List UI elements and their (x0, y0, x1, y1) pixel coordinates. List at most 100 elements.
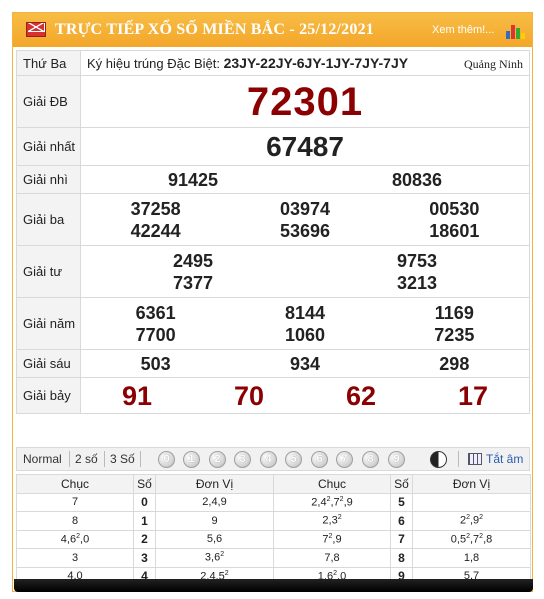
prize-number: 7377 (172, 272, 214, 293)
display-toolbar: Normal 2 số 3 Số 0 1 2 3 4 5 6 7 8 9 Tắt… (16, 447, 530, 471)
stats-cell-chuc: 4,62,0 (16, 529, 134, 549)
calendar-icon[interactable] (468, 453, 482, 465)
digit-5-button[interactable]: 5 (285, 451, 302, 468)
widget-bottom-shadow (14, 579, 533, 592)
prize-number: 00530 (429, 198, 480, 219)
prize-number: 7700 (135, 324, 176, 345)
digit-7-button[interactable]: 7 (336, 451, 353, 468)
stats-cell-don-vi: 22,92 (412, 511, 531, 531)
results-table: Thứ Ba Ký hiệu trúng Đặc Biệt: 23JY-22JY… (16, 50, 530, 414)
digit-4-button[interactable]: 4 (260, 451, 277, 468)
prize-number: 298 (439, 353, 470, 374)
stats-cell-don-vi (412, 492, 531, 512)
prize-row-nhat: Giải nhất 67487 (16, 127, 530, 166)
stats-header-row: Chục Số Đơn Vị Chục Số Đơn Vị (16, 474, 531, 494)
digit-9-button[interactable]: 9 (388, 451, 405, 468)
prize-number: 1060 (284, 324, 326, 345)
prize-number: 70 (233, 380, 265, 411)
prize-number: 03974 (279, 198, 331, 219)
column-header-chuc: Chục (16, 474, 134, 494)
prize-number: 8144 (284, 302, 326, 323)
special-code-cell: Ký hiệu trúng Đặc Biệt: 23JY-22JY-6JY-1J… (80, 50, 530, 76)
stats-cell-chuc: 7,8 (273, 548, 391, 568)
prize-number: 934 (289, 353, 321, 374)
stats-cell-chuc: 3 (16, 548, 134, 568)
prize-number: 53696 (279, 220, 331, 241)
prize-number: 3213 (396, 272, 438, 293)
prize-cell-nhi: 91425 80836 (80, 165, 530, 194)
mute-all-button[interactable]: Tắt âm (486, 452, 523, 466)
stats-cell-chuc: 7 (16, 492, 134, 512)
digit-1-button[interactable]: 1 (183, 451, 200, 468)
yin-yang-icon[interactable] (430, 451, 447, 468)
column-header-don-vi: Đơn Vị (155, 474, 274, 494)
prize-number-nhat: 67487 (80, 127, 530, 166)
column-header-don-vi: Đơn Vị (412, 474, 531, 494)
prize-number: 37258 (130, 198, 181, 219)
stats-cell-don-vi: 5,6 (155, 529, 274, 549)
tab-2-so[interactable]: 2 số (75, 452, 98, 466)
mail-icon (26, 22, 46, 37)
tab-normal[interactable]: Normal (23, 452, 62, 466)
prize-numbers-ba-2: 42244 53696 18601 (81, 220, 529, 242)
stats-cell-chuc: 2,32 (273, 511, 391, 531)
prize-number: 80836 (391, 169, 443, 190)
prize-row-nhi: Giải nhì 91425 80836 (16, 165, 530, 194)
prize-row-bay: Giải bảy 91 70 62 17 (16, 377, 530, 414)
prize-label-bay: Giải bảy (16, 377, 81, 414)
stats-row: 3 3 3,62 7,8 8 1,8 (16, 548, 531, 568)
prize-numbers-ba-1: 37258 03974 00530 (81, 198, 529, 220)
stats-cell-chuc: 2,42,72,9 (273, 492, 391, 512)
prize-numbers-sau: 503 934 298 (81, 353, 529, 375)
prize-cell-ba: 37258 03974 00530 42244 53696 18601 (80, 193, 530, 246)
province-name: Quảng Ninh (464, 57, 523, 71)
stats-cell-don-vi: 3,62 (155, 548, 274, 568)
prize-number: 503 (140, 353, 171, 374)
prize-number: 2495 (172, 250, 214, 271)
prize-number: 62 (345, 380, 377, 411)
divider (458, 451, 459, 467)
prize-label-nhat: Giải nhất (16, 127, 81, 166)
prize-label-nhi: Giải nhì (16, 165, 81, 194)
prize-row-nam: Giải năm 6361 8144 1169 7700 1060 7235 (16, 297, 530, 350)
stats-cell-chuc: 72,9 (273, 529, 391, 549)
prize-numbers-nam-2: 7700 1060 7235 (81, 324, 529, 346)
special-code-label: Ký hiệu trúng Đặc Biệt: (87, 56, 220, 71)
prize-row-ba: Giải ba 37258 03974 00530 42244 53696 18… (16, 193, 530, 246)
stats-cell-so: 6 (390, 511, 413, 531)
see-more-link[interactable]: Xem thêm!... (432, 24, 494, 36)
stats-cell-don-vi: 9 (155, 511, 274, 531)
bar-chart-icon[interactable] (506, 21, 526, 39)
prize-row-tu: Giải tư 2495 9753 7377 3213 (16, 245, 530, 298)
prize-number: 1169 (434, 302, 474, 323)
stats-cell-don-vi: 0,52,72,8 (412, 529, 531, 549)
prize-label-ba: Giải ba (16, 193, 81, 246)
loto-stats-table: Chục Số Đơn Vị Chục Số Đơn Vị 7 0 2,4,9 2,4… (16, 474, 531, 586)
meta-row: Thứ Ba Ký hiệu trúng Đặc Biệt: 23JY-22JY… (16, 50, 530, 76)
tab-3-so[interactable]: 3 Số (110, 452, 135, 466)
stats-cell-so: 2 (133, 529, 156, 549)
digit-0-button[interactable]: 0 (158, 451, 175, 468)
stats-row: 7 0 2,4,9 2,42,72,9 5 (16, 492, 531, 512)
digit-8-button[interactable]: 8 (362, 451, 379, 468)
digit-6-button[interactable]: 6 (311, 451, 328, 468)
prize-label-sau: Giải sáu (16, 349, 81, 378)
divider (140, 451, 141, 467)
prize-numbers-nam-1: 6361 8144 1169 (81, 302, 529, 324)
lottery-widget: TRỰC TIẾP XỔ SỐ MIỀN BẮC - 25/12/2021 Xe… (12, 12, 533, 592)
prize-row-sau: Giải sáu 503 934 298 (16, 349, 530, 378)
prize-number: 91 (121, 380, 153, 411)
prize-cell-nam: 6361 8144 1169 7700 1060 7235 (80, 297, 530, 350)
prize-label-db: Giải ĐB (16, 75, 81, 128)
digit-3-button[interactable]: 3 (234, 451, 251, 468)
day-label: Thứ Ba (16, 50, 81, 76)
stats-cell-chuc: 8 (16, 511, 134, 531)
stats-cell-so: 5 (390, 492, 413, 512)
stats-cell-so: 0 (133, 492, 156, 512)
prize-number: 18601 (429, 220, 480, 241)
digit-2-button[interactable]: 2 (209, 451, 226, 468)
prize-cell-tu: 2495 9753 7377 3213 (80, 245, 530, 298)
divider (104, 451, 105, 467)
column-header-so: Số (133, 474, 156, 494)
prize-numbers-bay: 91 70 62 17 (81, 380, 529, 412)
